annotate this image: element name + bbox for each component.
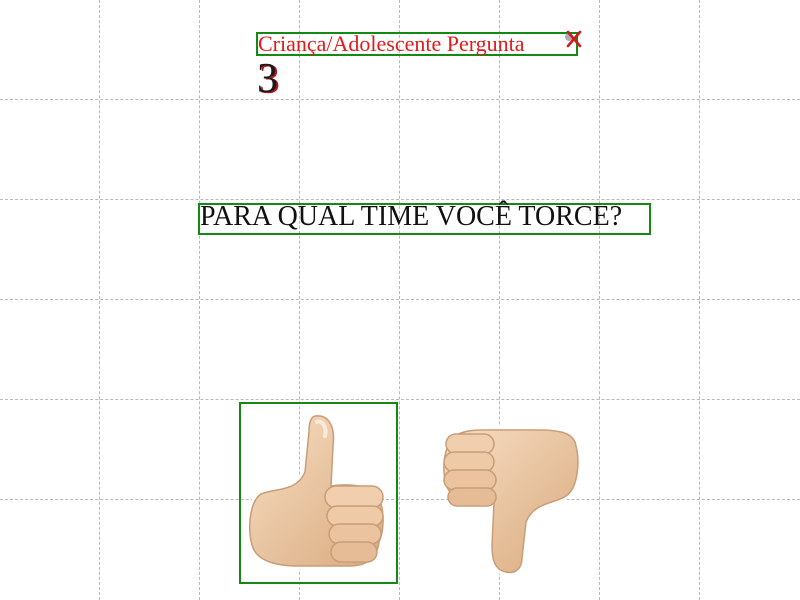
grid-line (0, 499, 800, 500)
grid-line (0, 99, 800, 100)
thumbs-up-icon (246, 412, 387, 570)
grid-line (399, 0, 400, 600)
page-title: Criança/Adolescente Pergunta (258, 31, 525, 56)
question-text: PARA QUAL TIME VOCÊ TORCE? (200, 201, 623, 232)
grid-line (99, 0, 100, 600)
grid-line (699, 0, 700, 600)
close-icon[interactable] (563, 29, 583, 49)
answer-thumbs-up-button[interactable] (239, 402, 398, 584)
grid-line (0, 299, 800, 300)
grid-line (0, 399, 800, 400)
answer-thumbs-down-button[interactable] (430, 418, 590, 578)
question-number: 3 (257, 56, 278, 102)
grid-line (599, 0, 600, 600)
thumbs-down-icon (440, 426, 582, 576)
dashed-grid-background (0, 0, 800, 600)
grid-line (199, 0, 200, 600)
